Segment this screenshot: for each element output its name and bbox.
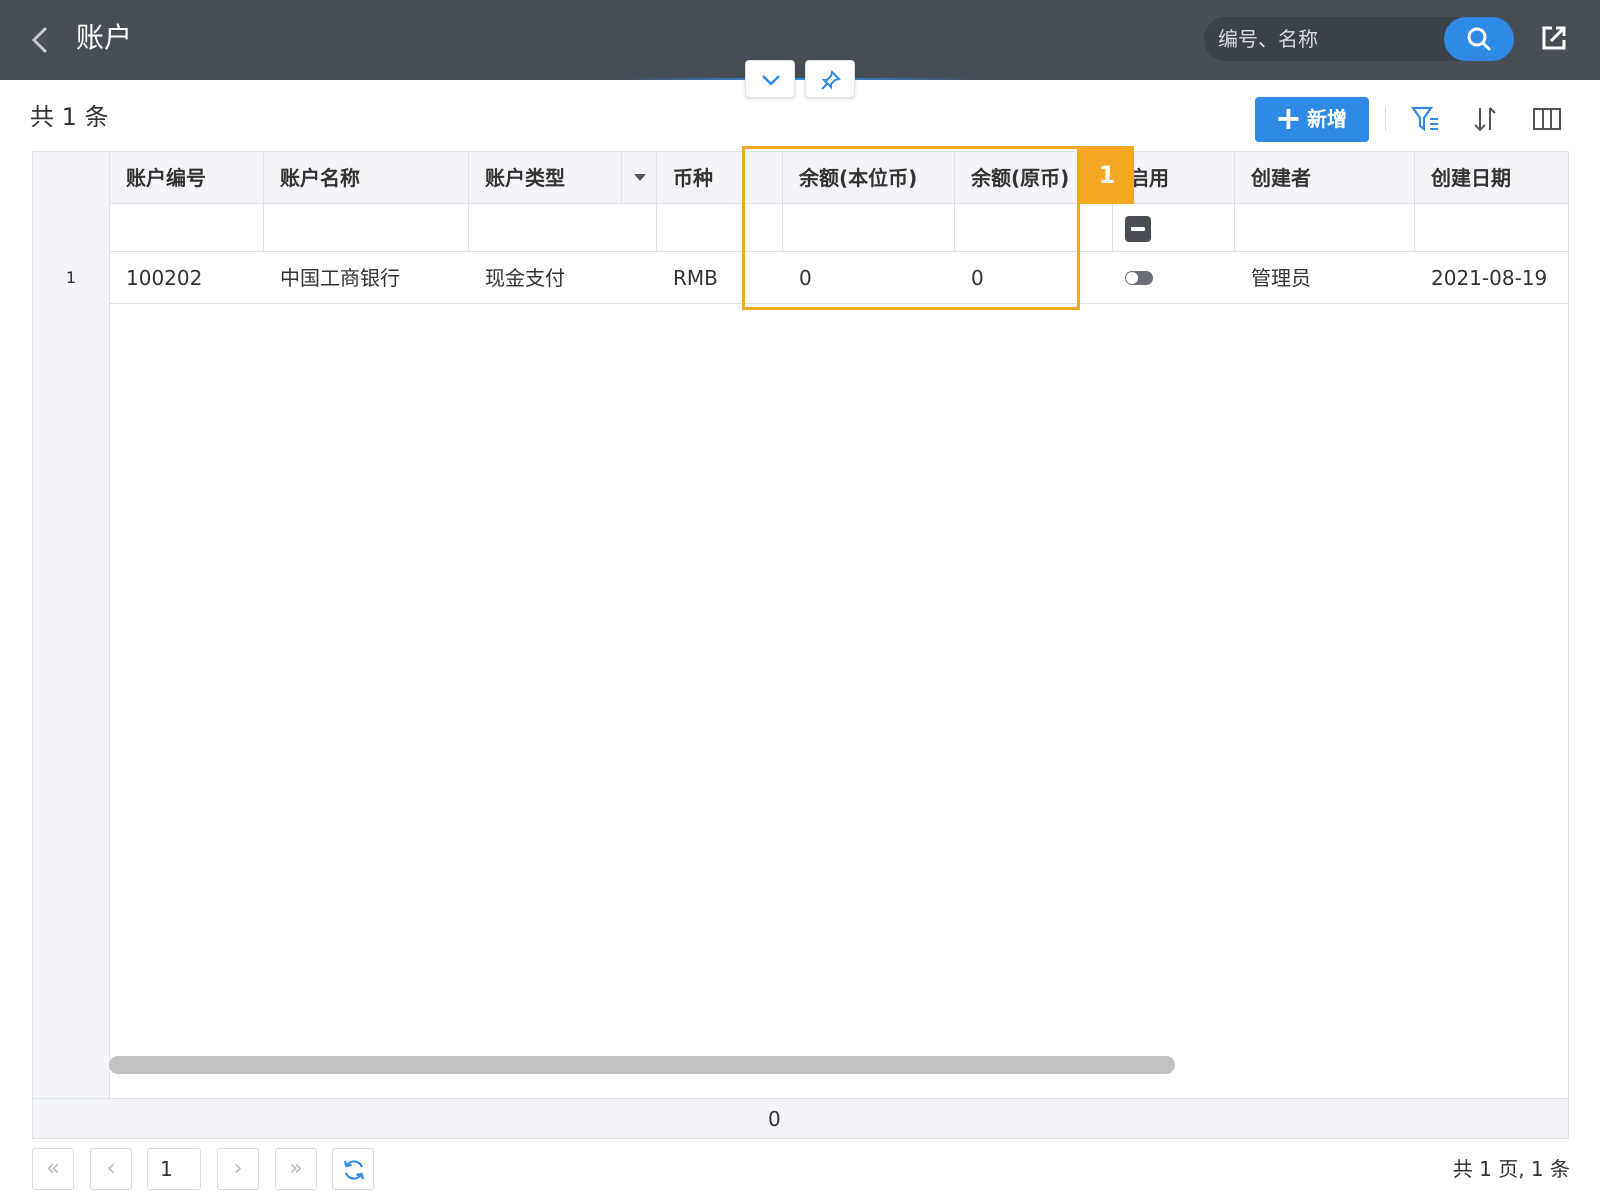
prev-page-button[interactable]: ‹ bbox=[90, 1148, 132, 1190]
caret-down-icon bbox=[634, 174, 646, 181]
page-title: 账户 bbox=[76, 21, 133, 54]
filter-cell-created-date[interactable] bbox=[1415, 204, 1568, 252]
column-header-balance-local[interactable]: 余额(本位币) bbox=[783, 152, 955, 204]
cell-name[interactable]: 中国工商银行 bbox=[264, 252, 469, 304]
header-accent-line bbox=[620, 78, 980, 80]
column-header-code[interactable]: 账户编号 bbox=[110, 152, 264, 204]
cell-created-date[interactable]: 2021-08-19 bbox=[1415, 252, 1568, 304]
refresh-button[interactable] bbox=[332, 1148, 374, 1190]
horizontal-scrollbar[interactable] bbox=[109, 1056, 1175, 1074]
add-button-label: 新增 bbox=[1307, 107, 1347, 131]
last-page-button[interactable]: » bbox=[275, 1148, 317, 1190]
toolbar-divider bbox=[1385, 107, 1386, 131]
chevron-down-icon bbox=[762, 75, 780, 86]
add-button[interactable]: + 新增 bbox=[1255, 97, 1369, 142]
cell-type[interactable]: 现金支付 bbox=[469, 252, 657, 304]
column-header-type[interactable]: 账户类型 bbox=[469, 152, 621, 204]
total-count: 共 1 条 bbox=[30, 103, 109, 131]
search-input[interactable] bbox=[1218, 22, 1438, 56]
cell-currency[interactable]: RMB bbox=[657, 252, 783, 304]
summary-total: 0 bbox=[768, 1107, 781, 1131]
table-row[interactable]: 1 100202 中国工商银行 现金支付 RMB 0 0 管理员 2021-08… bbox=[33, 252, 1568, 304]
external-share-icon[interactable] bbox=[1538, 22, 1570, 54]
cell-balance-original[interactable]: 0 bbox=[955, 252, 1113, 304]
filter-cell-type[interactable] bbox=[469, 204, 657, 252]
search-button[interactable] bbox=[1444, 17, 1514, 61]
column-header-created-date[interactable]: 创建日期 bbox=[1415, 152, 1568, 204]
column-header-currency[interactable]: 币种 bbox=[657, 152, 783, 204]
type-filter-dropdown[interactable] bbox=[621, 152, 657, 204]
grid-corner-cell bbox=[33, 152, 110, 204]
plus-icon: + bbox=[1275, 99, 1302, 137]
grid-filter-row bbox=[33, 204, 1568, 252]
filter-row-corner bbox=[33, 204, 110, 252]
filter-icon[interactable] bbox=[1410, 104, 1440, 134]
app-header: 账户 bbox=[0, 0, 1600, 80]
pin-button[interactable] bbox=[805, 60, 855, 98]
cell-balance-local[interactable]: 0 bbox=[783, 252, 955, 304]
grid-summary-row: 0 bbox=[33, 1098, 1568, 1138]
sort-icon[interactable] bbox=[1470, 104, 1500, 134]
filter-cell-creator[interactable] bbox=[1235, 204, 1415, 252]
chevron-left-icon[interactable] bbox=[28, 22, 52, 58]
filter-cell-currency[interactable] bbox=[657, 204, 783, 252]
cell-creator[interactable]: 管理员 bbox=[1235, 252, 1415, 304]
columns-icon[interactable] bbox=[1532, 106, 1562, 132]
page-summary: 共 1 页, 1 条 bbox=[1452, 1157, 1570, 1181]
filter-cell-balance-original[interactable] bbox=[955, 204, 1113, 252]
filter-cell-balance-local[interactable] bbox=[783, 204, 955, 252]
pin-icon bbox=[821, 70, 841, 90]
filter-cell-name[interactable] bbox=[264, 204, 469, 252]
page-number-input[interactable] bbox=[147, 1148, 201, 1190]
refresh-icon bbox=[343, 1160, 365, 1180]
first-page-button[interactable]: « bbox=[32, 1148, 74, 1190]
filter-cell-code[interactable] bbox=[110, 204, 264, 252]
row-number: 1 bbox=[33, 252, 110, 304]
enabled-toggle[interactable] bbox=[1125, 271, 1153, 285]
collapse-button[interactable] bbox=[745, 60, 795, 98]
data-grid: 账户编号 账户名称 账户类型 币种 余额(本位币) 余额(原币) 启用 创建者 … bbox=[32, 151, 1569, 1139]
grid-header-row: 账户编号 账户名称 账户类型 币种 余额(本位币) 余额(原币) 启用 创建者 … bbox=[33, 152, 1568, 204]
enabled-filter-checkbox[interactable] bbox=[1125, 216, 1151, 242]
next-page-button[interactable]: › bbox=[217, 1148, 259, 1190]
column-header-name[interactable]: 账户名称 bbox=[264, 152, 469, 204]
column-header-creator[interactable]: 创建者 bbox=[1235, 152, 1415, 204]
highlight-badge: 1 bbox=[1080, 146, 1134, 204]
search-icon bbox=[1467, 27, 1491, 51]
cell-code[interactable]: 100202 bbox=[110, 252, 264, 304]
